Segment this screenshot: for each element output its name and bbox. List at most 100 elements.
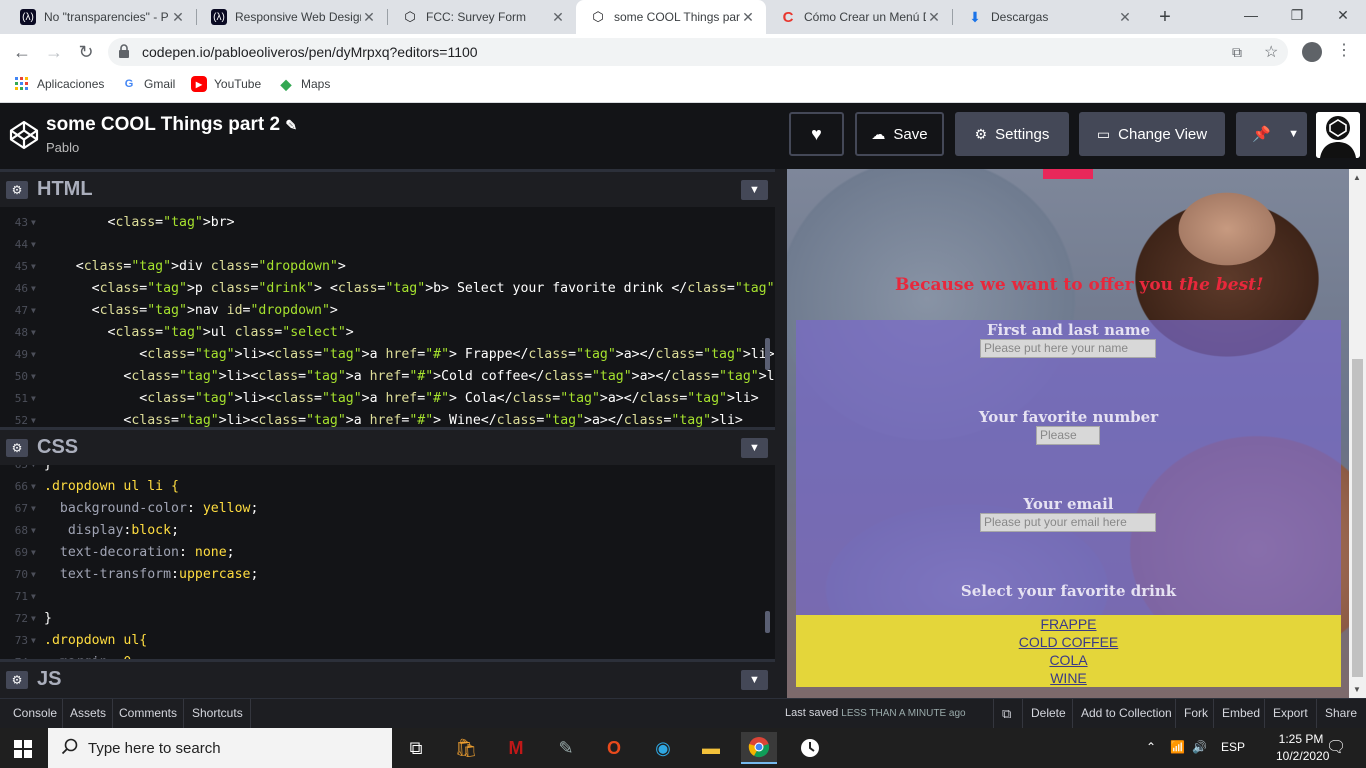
- code-line[interactable]: 52 ▼ <class="tag">li><class="tag">a href=…: [0, 410, 760, 427]
- code-line[interactable]: 51 ▼ <class="tag">li><class="tag">a href=…: [0, 388, 760, 410]
- export-button[interactable]: Export: [1267, 699, 1314, 728]
- fold-arrow-icon[interactable]: ▼: [31, 256, 36, 278]
- browser-tab-5[interactable]: C Cómo Crear un Menú D ✕: [766, 0, 952, 34]
- code-line[interactable]: 49 ▼ <class="tag">li><class="tag">a href=…: [0, 344, 775, 366]
- close-tab-icon[interactable]: ✕: [170, 9, 186, 26]
- change-view-button[interactable]: ▭ Change View: [1079, 112, 1225, 156]
- css-code-area[interactable]: 65▼}66▼.dropdown ul li {67▼ background-c…: [0, 465, 775, 659]
- fold-arrow-icon[interactable]: ▼: [31, 322, 36, 344]
- save-button[interactable]: ☁ Save: [855, 112, 944, 156]
- assets-button[interactable]: Assets: [64, 699, 112, 728]
- fork-button[interactable]: Fork: [1178, 699, 1214, 728]
- preview-scrollbar[interactable]: ▲ ▼: [1349, 169, 1366, 698]
- chrome-icon[interactable]: [741, 732, 777, 764]
- close-tab-icon[interactable]: ✕: [926, 9, 942, 26]
- tray-chevron-up-icon[interactable]: ⌃: [1146, 740, 1156, 754]
- number-input[interactable]: Please: [1036, 426, 1100, 445]
- code-line[interactable]: 73 ▼ .dropdown ul{: [0, 630, 760, 652]
- fold-arrow-icon[interactable]: ▼: [31, 520, 36, 542]
- fold-arrow-icon[interactable]: ▼: [31, 278, 36, 300]
- fold-arrow-icon[interactable]: ▼: [31, 300, 36, 322]
- code-line[interactable]: 43 ▼ <class="tag">br>: [0, 212, 760, 234]
- preview-scroll-thumb[interactable]: [1352, 359, 1363, 677]
- mcafee-icon[interactable]: M: [498, 732, 534, 764]
- task-view-icon[interactable]: ⧉: [398, 732, 434, 764]
- drink-item-cold-coffee[interactable]: COLD COFFEE: [796, 634, 1341, 650]
- bookmark-gmail[interactable]: G Gmail: [121, 76, 176, 92]
- open-external-icon[interactable]: ⧉: [996, 699, 1017, 728]
- js-collapse-chevron-icon[interactable]: ▼: [741, 670, 768, 690]
- language-indicator[interactable]: ESP: [1221, 740, 1245, 754]
- browser-tab-3[interactable]: ⬡ FCC: Survey Form ✕: [388, 0, 576, 34]
- code-line[interactable]: 74▼ margin: 0;: [0, 652, 760, 659]
- close-tab-icon[interactable]: ✕: [740, 9, 756, 26]
- bookmark-youtube[interactable]: ▶ YouTube: [191, 76, 261, 92]
- css-scrollbar[interactable]: [765, 611, 770, 633]
- pin-button[interactable]: 📌 ▼: [1236, 112, 1307, 156]
- notifications-icon[interactable]: 🗨: [1326, 737, 1346, 757]
- html-collapse-chevron-icon[interactable]: ▼: [741, 180, 768, 200]
- reload-icon[interactable]: ↻: [74, 40, 98, 64]
- code-line[interactable]: 68 ▼ display:block;: [0, 520, 760, 542]
- browser-tab-6[interactable]: ⬇ Descargas ✕: [953, 0, 1143, 34]
- fold-arrow-icon[interactable]: ▼: [31, 542, 36, 564]
- comments-button[interactable]: Comments: [113, 699, 183, 728]
- store-bag-icon[interactable]: 🛍: [448, 732, 484, 764]
- name-input[interactable]: Please put here your name: [980, 339, 1156, 358]
- console-button[interactable]: Console: [7, 699, 63, 728]
- html-scrollbar[interactable]: [765, 338, 770, 370]
- fold-arrow-icon[interactable]: ▼: [31, 234, 36, 256]
- code-line[interactable]: 44 ▼: [0, 234, 760, 256]
- volume-icon[interactable]: 🔊: [1192, 740, 1207, 754]
- js-settings-gear-icon[interactable]: ⚙: [6, 671, 28, 689]
- code-line[interactable]: 72 ▼}: [0, 608, 760, 630]
- browser-tab-2[interactable]: (λ) Responsive Web Design ✕: [197, 0, 387, 34]
- drink-item-wine[interactable]: WINE: [796, 670, 1341, 686]
- add-to-collection-button[interactable]: Add to Collection: [1075, 699, 1178, 728]
- url-bar[interactable]: codepen.io/pabloeoliveros/pen/dyMrpxq?ed…: [108, 38, 1288, 66]
- code-line[interactable]: 69 ▼ text-decoration: none;: [0, 542, 760, 564]
- scroll-down-icon[interactable]: ▼: [1353, 685, 1361, 694]
- code-line[interactable]: 65▼}: [0, 465, 760, 476]
- code-line[interactable]: 50 ▼ <class="tag">li><class="tag">a href=…: [0, 366, 775, 388]
- like-button[interactable]: ♥: [789, 112, 844, 156]
- js-editor-header[interactable]: ⚙ JS ▼: [0, 659, 775, 697]
- back-icon[interactable]: ←: [10, 40, 34, 64]
- file-explorer-icon[interactable]: ▬: [693, 732, 729, 764]
- clock-app-icon[interactable]: [792, 732, 828, 764]
- fold-arrow-icon[interactable]: ▼: [31, 652, 36, 659]
- fold-arrow-icon[interactable]: ▼: [31, 410, 36, 427]
- system-clock[interactable]: 1:25 PM 10/2/2020: [1276, 731, 1329, 765]
- drink-item-cola[interactable]: COLA: [796, 652, 1341, 668]
- css-collapse-chevron-icon[interactable]: ▼: [741, 438, 768, 458]
- fold-arrow-icon[interactable]: ▼: [31, 608, 36, 630]
- new-tab-button[interactable]: +: [1152, 4, 1178, 30]
- html-code-area[interactable]: 42▼ </class="tag">label>43▼ <class="tag"…: [0, 207, 775, 427]
- restore-button[interactable]: ❐: [1274, 0, 1320, 30]
- browser-tab-4-active[interactable]: ⬡ some COOL Things part ✕: [576, 0, 766, 34]
- css-settings-gear-icon[interactable]: ⚙: [6, 439, 28, 457]
- fold-arrow-icon[interactable]: ▼: [31, 586, 36, 608]
- code-line[interactable]: 67 ▼ background-color: yellow;: [0, 498, 760, 520]
- fold-arrow-icon[interactable]: ▼: [31, 212, 36, 234]
- fold-arrow-icon[interactable]: ▼: [31, 465, 36, 476]
- taskbar-search-box[interactable]: Type here to search: [48, 728, 392, 768]
- pen-title[interactable]: some COOL Things part 2 ✎: [46, 114, 297, 136]
- edge-icon[interactable]: ◉: [645, 732, 681, 764]
- profile-icon[interactable]: [1302, 42, 1322, 62]
- network-icon[interactable]: 📶: [1170, 740, 1185, 754]
- bookmark-apps[interactable]: Aplicaciones: [14, 76, 104, 92]
- codepen-logo-icon[interactable]: [8, 119, 40, 151]
- edit-pencil-icon[interactable]: ✎: [285, 117, 297, 133]
- close-tab-icon[interactable]: ✕: [550, 9, 566, 26]
- translate-icon[interactable]: ⧉: [1232, 44, 1242, 61]
- browser-tab-1[interactable]: (λ) No "transparencies" - P ✕: [6, 0, 196, 34]
- fold-arrow-icon[interactable]: ▼: [31, 630, 36, 652]
- code-line[interactable]: 47 ▼ <class="tag">nav id="dropdown">: [0, 300, 760, 322]
- office-icon[interactable]: O: [596, 732, 632, 764]
- paint-icon[interactable]: ✎: [548, 732, 584, 764]
- settings-button[interactable]: ⚙ Settings: [955, 112, 1069, 156]
- close-tab-icon[interactable]: ✕: [361, 9, 377, 26]
- code-line[interactable]: 66 ▼ .dropdown ul li {: [0, 476, 760, 498]
- fold-arrow-icon[interactable]: ▼: [31, 476, 36, 498]
